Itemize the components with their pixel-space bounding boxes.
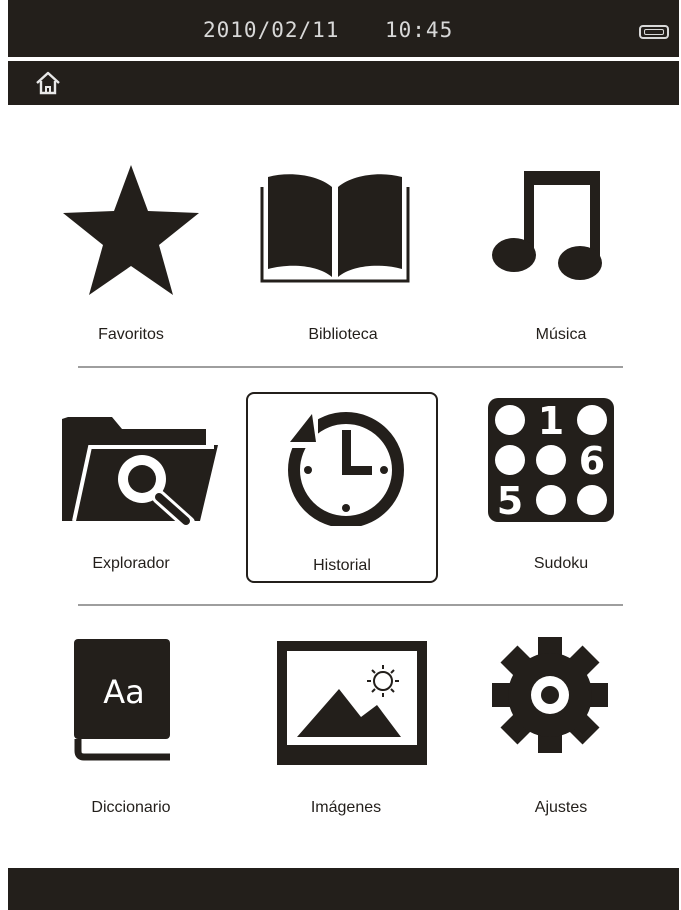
- row-divider: [78, 366, 623, 368]
- menu-item-favoritos[interactable]: Favoritos: [48, 155, 214, 355]
- menu-item-diccionario[interactable]: Aa Diccionario: [48, 635, 214, 835]
- menu-item-label: Sudoku: [533, 555, 589, 572]
- status-bar: 2010/02/11 10:45: [8, 0, 679, 57]
- row-divider: [78, 604, 623, 606]
- book-icon: [260, 174, 410, 283]
- menu-item-historial[interactable]: Historial: [246, 392, 438, 583]
- folder-search-icon: [62, 417, 218, 525]
- menu-item-label: Historial: [313, 557, 371, 574]
- music-note-icon: [492, 171, 602, 280]
- sudoku-digit: 1: [538, 399, 564, 443]
- menu-item-imagenes[interactable]: Imágenes: [263, 635, 429, 835]
- status-time: 10:45: [385, 18, 454, 42]
- menu-item-label: Biblioteca: [308, 326, 378, 343]
- menu-item-sudoku[interactable]: 1 6 5 Sudoku: [478, 395, 644, 585]
- gear-icon: [492, 637, 608, 753]
- nav-bar: [8, 61, 679, 105]
- battery-icon: [639, 25, 669, 39]
- menu-item-label: Favoritos: [98, 326, 164, 343]
- dictionary-text: Aa: [103, 673, 145, 711]
- menu-item-label: Música: [535, 326, 587, 343]
- sudoku-digit: 5: [497, 479, 523, 522]
- history-clock-icon: [284, 412, 404, 526]
- menu-item-label: Imágenes: [310, 799, 382, 816]
- bottom-bar: [8, 868, 679, 910]
- status-date: 2010/02/11: [203, 18, 340, 42]
- star-icon: [63, 165, 199, 295]
- menu-item-biblioteca[interactable]: Biblioteca: [260, 155, 426, 355]
- menu-item-explorador[interactable]: Explorador: [48, 395, 218, 585]
- dictionary-icon: Aa: [74, 639, 170, 761]
- menu-item-label: Explorador: [92, 555, 170, 572]
- image-icon: [277, 641, 427, 765]
- menu-item-musica[interactable]: Música: [478, 155, 644, 355]
- menu-item-label: Ajustes: [534, 799, 588, 816]
- menu-item-label: Diccionario: [91, 799, 171, 816]
- sudoku-icon: 1 6 5: [488, 398, 614, 522]
- sudoku-digit: 6: [579, 439, 605, 483]
- home-icon[interactable]: [34, 69, 62, 97]
- device-screen: 2010/02/11 10:45 Favoritos Biblioteca Mú…: [8, 0, 679, 910]
- menu-item-ajustes[interactable]: Ajustes: [478, 635, 644, 835]
